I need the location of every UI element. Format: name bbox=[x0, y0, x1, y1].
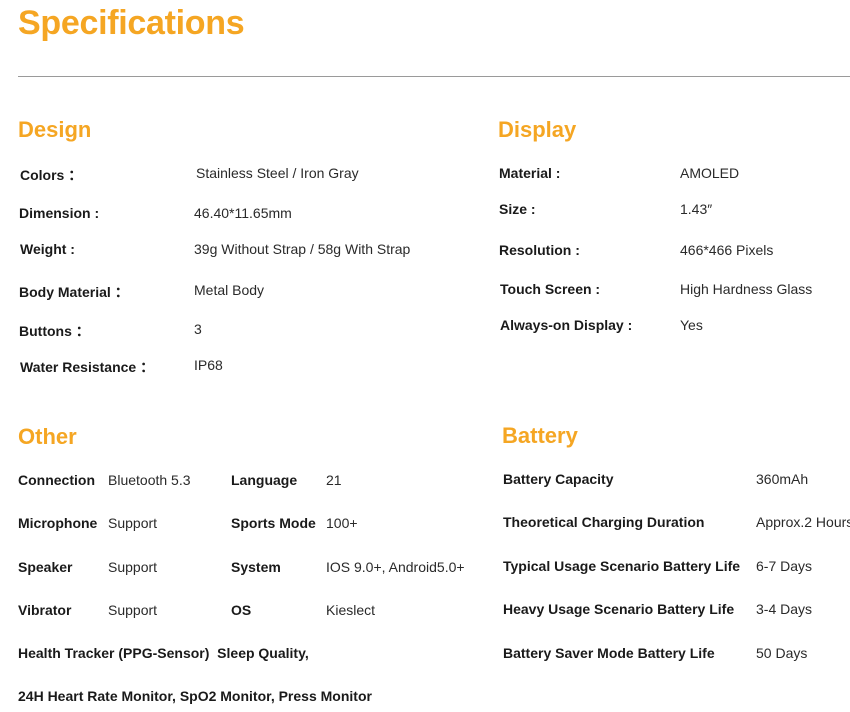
spec-value: Metal Body bbox=[194, 282, 265, 298]
spec-value: 3 bbox=[194, 321, 202, 337]
spec-label: Dimension : bbox=[19, 205, 100, 221]
spec-label: Buttons ： bbox=[19, 323, 90, 339]
title-divider bbox=[18, 76, 850, 77]
health-tracker-line: Health Tracker (PPG-Sensor) Sleep Qualit… bbox=[18, 645, 309, 661]
spec-label: Colors ： bbox=[20, 167, 83, 183]
spec-label: Vibrator bbox=[18, 602, 72, 618]
spec-label: Always-on Display : bbox=[500, 317, 633, 333]
spec-label: Body Material ： bbox=[19, 284, 129, 300]
spec-value: 360mAh bbox=[756, 471, 809, 487]
spec-label: Typical Usage Scenario Battery Life bbox=[503, 558, 741, 574]
spec-label: Microphone bbox=[18, 515, 98, 531]
battery-heading: Battery bbox=[502, 423, 578, 448]
spec-value: High Hardness Glass bbox=[680, 281, 813, 297]
spec-value: Kieslect bbox=[326, 602, 376, 618]
spec-label: Theoretical Charging Duration bbox=[503, 514, 705, 530]
spec-label: OS bbox=[231, 602, 252, 618]
spec-label: Resolution : bbox=[499, 242, 580, 258]
spec-label: Touch Screen : bbox=[500, 281, 601, 297]
spec-value: 3-4 Days bbox=[756, 601, 813, 617]
spec-label: Speaker bbox=[18, 559, 73, 575]
spec-value: Yes bbox=[680, 317, 703, 333]
spec-value: 39g Without Strap / 58g With Strap bbox=[194, 241, 411, 257]
spec-label: Language bbox=[231, 472, 298, 488]
spec-label: Material : bbox=[499, 165, 561, 181]
spec-value: IP68 bbox=[194, 357, 223, 373]
spec-value: 1.43″ bbox=[680, 201, 713, 217]
other-heading: Other bbox=[18, 424, 77, 449]
spec-label: System bbox=[231, 559, 281, 575]
spec-label: Battery Saver Mode Battery Life bbox=[503, 645, 715, 661]
spec-label: Sports Mode bbox=[231, 515, 316, 531]
spec-value: 100+ bbox=[326, 515, 358, 531]
spec-label: Water Resistance ： bbox=[20, 359, 155, 375]
spec-value: Support bbox=[108, 602, 158, 618]
spec-value: Bluetooth 5.3 bbox=[108, 472, 191, 488]
spec-label: Heavy Usage Scenario Battery Life bbox=[503, 601, 735, 617]
spec-value: 466*466 Pixels bbox=[680, 242, 774, 258]
design-heading: Design bbox=[18, 117, 92, 142]
spec-label: Weight : bbox=[20, 241, 75, 257]
spec-value: 46.40*11.65mm bbox=[194, 205, 292, 221]
spec-label: Size : bbox=[499, 201, 536, 217]
spec-value: Stainless Steel / Iron Gray bbox=[196, 165, 359, 181]
page-title: Specifications bbox=[18, 4, 245, 42]
spec-value: AMOLED bbox=[680, 165, 740, 181]
display-heading: Display bbox=[498, 117, 577, 142]
spec-value: IOS 9.0+, Android5.0+ bbox=[326, 559, 465, 575]
spec-value: 50 Days bbox=[756, 645, 808, 661]
spec-value: 21 bbox=[326, 472, 342, 488]
spec-value: 6-7 Days bbox=[756, 558, 813, 574]
health-tracker-line: 24H Heart Rate Monitor, SpO2 Monitor, Pr… bbox=[18, 688, 372, 704]
spec-value: Support bbox=[108, 515, 158, 531]
spec-value: Approx.2 Hours bbox=[756, 514, 850, 530]
spec-label: Battery Capacity bbox=[503, 471, 614, 487]
spec-label: Connection bbox=[18, 472, 95, 488]
spec-value: Support bbox=[108, 559, 158, 575]
